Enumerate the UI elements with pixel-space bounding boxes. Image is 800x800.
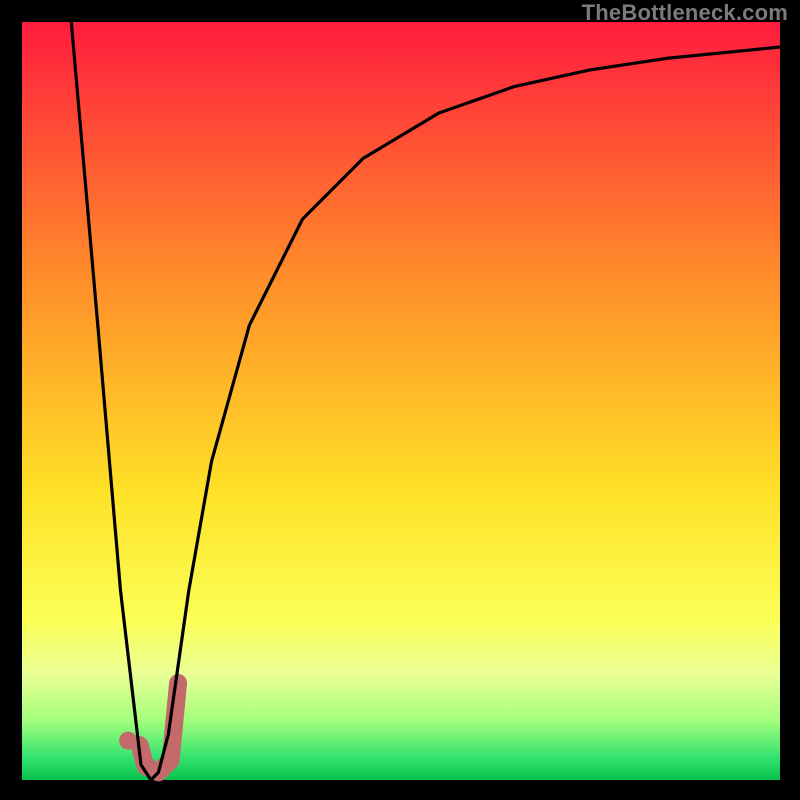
chart-svg bbox=[0, 0, 800, 800]
chart-stage: { "watermark": "TheBottleneck.com", "cha… bbox=[0, 0, 800, 800]
highlight-dot bbox=[119, 732, 137, 750]
watermark-text: TheBottleneck.com bbox=[582, 0, 788, 26]
